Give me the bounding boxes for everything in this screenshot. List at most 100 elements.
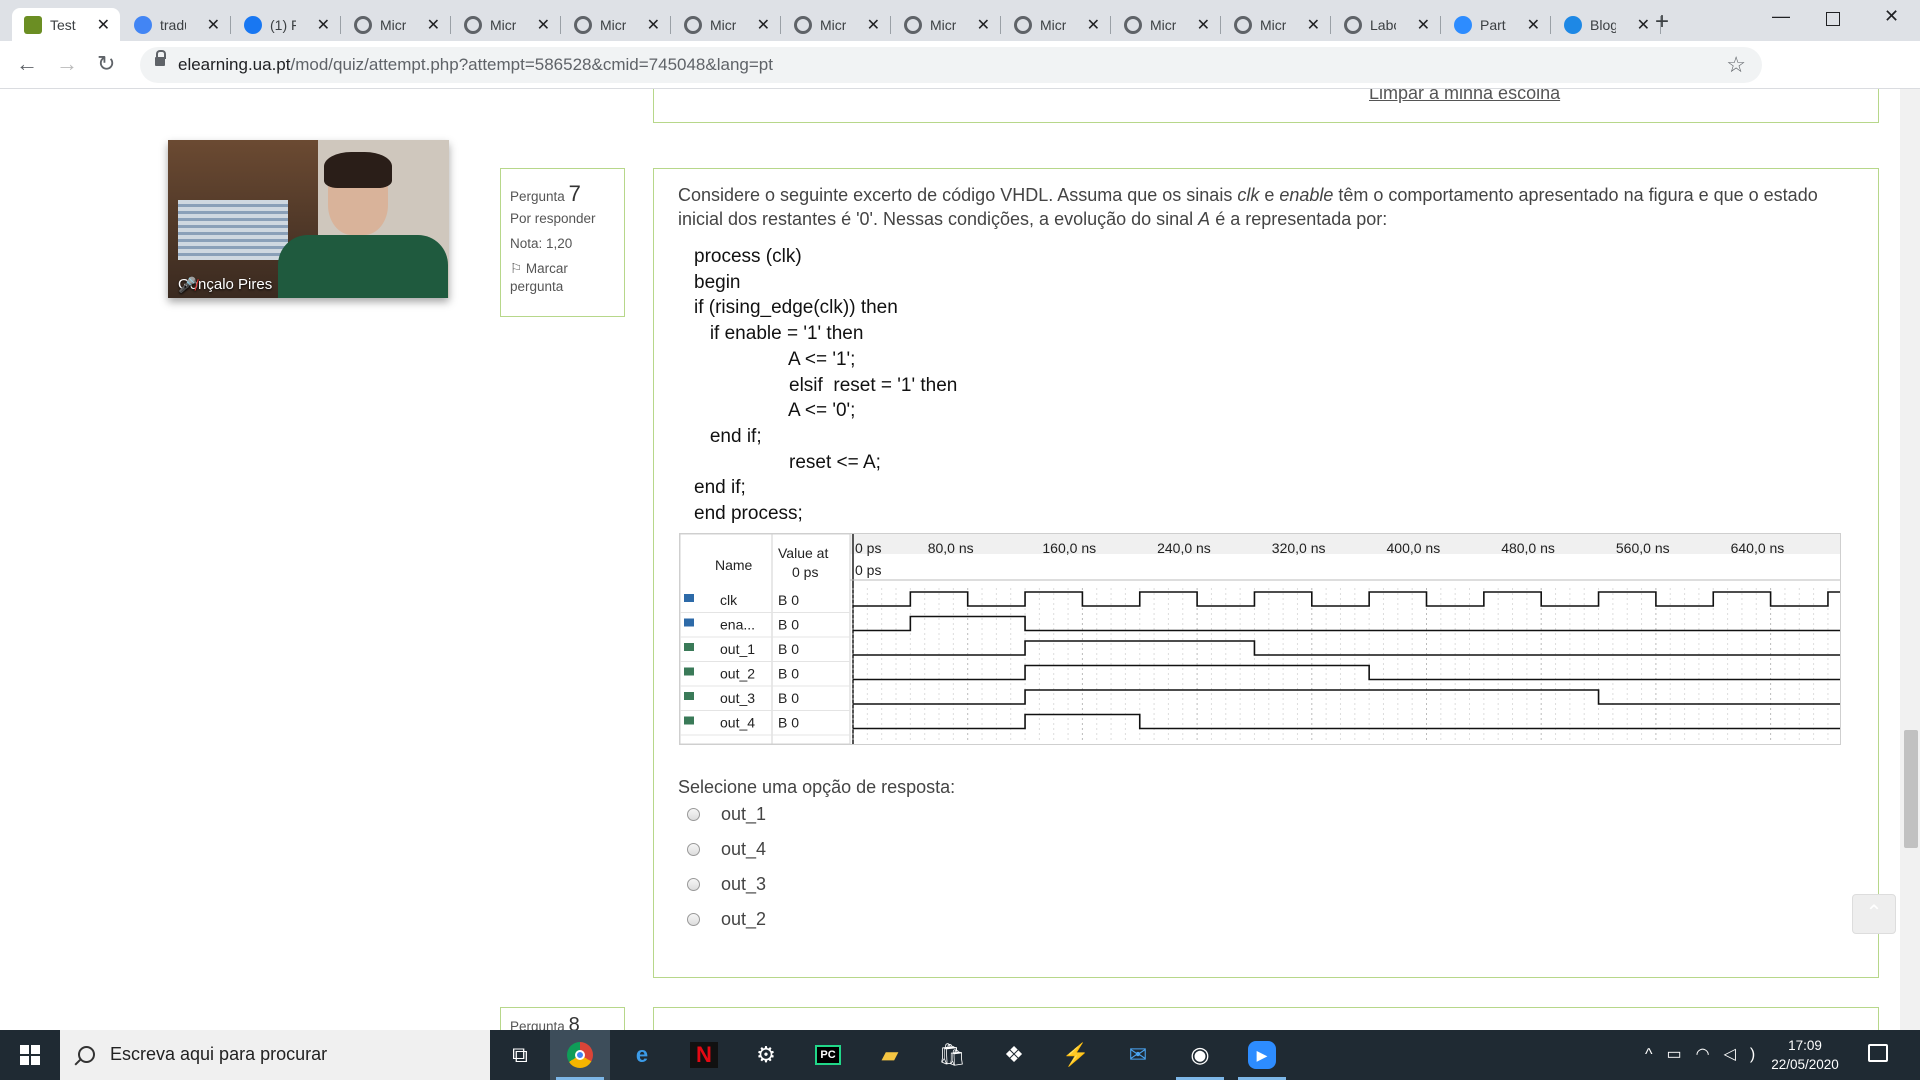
bookmark-star-icon[interactable]: ☆ [1726, 52, 1746, 78]
clear-choice-link[interactable]: Limpar a minha escolha [1369, 89, 1560, 104]
tab-title: Microsoft [820, 16, 846, 33]
tab-11[interactable]: Microsoft ✕ [1222, 8, 1331, 41]
signal-value: B 0 [778, 690, 799, 706]
close-tab-icon[interactable]: ✕ [1307, 15, 1320, 35]
tab-2[interactable]: (1) Facebook ✕ [232, 8, 341, 41]
new-tab-button[interactable]: + [1655, 8, 1669, 36]
back-icon[interactable]: ← [16, 51, 38, 77]
app-taskbar-icon[interactable]: ◉ [1170, 1030, 1230, 1080]
tab-title: Microsoft [1260, 16, 1286, 33]
input-pin-icon [684, 618, 694, 627]
close-tab-icon[interactable]: ✕ [757, 15, 770, 35]
answer-option[interactable]: out_2 [687, 909, 766, 930]
question-panel: Considere o seguinte excerto de código V… [653, 168, 1879, 978]
close-window-icon[interactable]: ✕ [1884, 6, 1899, 27]
waveform-diagram: Name Value at 0 ps 0 ps 80,0 ns 160,0 ns 240,0… [679, 533, 1841, 745]
reload-icon[interactable]: ↻ [97, 51, 115, 77]
close-tab-icon[interactable]: ✕ [97, 15, 110, 35]
tab-1[interactable]: tradutor ✕ [122, 8, 231, 41]
minimize-icon[interactable]: — [1772, 6, 1790, 27]
tab-5[interactable]: Microsoft ✕ [562, 8, 671, 41]
netflix-taskbar-icon[interactable]: N [674, 1030, 734, 1080]
question-grade: Nota: 1,20 [510, 235, 573, 251]
mic-off-icon: 🎤̸ [178, 277, 197, 294]
vscode-taskbar-icon[interactable]: ⚡ [1046, 1030, 1106, 1080]
taskbar-search-box[interactable]: Escreva aqui para procurar [60, 1030, 490, 1080]
close-tab-icon[interactable]: ✕ [207, 15, 220, 35]
globe-icon [1124, 15, 1142, 34]
tab-title: Microsoft [380, 16, 406, 33]
close-tab-icon[interactable]: ✕ [1527, 15, 1540, 35]
globe-icon [794, 15, 812, 34]
answer-radio[interactable] [687, 843, 700, 856]
answer-option[interactable]: out_3 [687, 874, 766, 895]
task-view-icon[interactable]: ⧉ [490, 1030, 550, 1080]
question-text: Considere o seguinte excerto de código V… [678, 185, 1818, 230]
time-tick-label: 80,0 ns [928, 540, 974, 556]
clock[interactable]: 17:09 22/05/2020 [1760, 1036, 1850, 1074]
store-taskbar-icon[interactable]: 🛍 [922, 1030, 982, 1080]
windows-start-icon[interactable] [20, 1045, 40, 1065]
system-tray[interactable]: ^▭◠◁) [1645, 1044, 1769, 1064]
tab-title: Blog [1590, 16, 1616, 33]
scrollbar-thumb[interactable] [1904, 730, 1918, 848]
question-info-panel: Pergunta 7 Por responder Nota: 1,20 ⚐ Ma… [500, 168, 625, 317]
tab-9[interactable]: Microsoft ✕ [1002, 8, 1111, 41]
tab-10[interactable]: Microsoft ✕ [1112, 8, 1221, 41]
globe-icon [1234, 15, 1252, 34]
output-pin-icon [684, 716, 694, 725]
edge-taskbar-icon[interactable]: e [612, 1030, 672, 1080]
tab-8[interactable]: Microsoft ✕ [892, 8, 1001, 41]
close-tab-icon[interactable]: ✕ [427, 15, 440, 35]
answer-radio[interactable] [687, 913, 700, 926]
tab-4[interactable]: Microsoft ✕ [452, 8, 561, 41]
dropbox-taskbar-icon[interactable]: ❖ [984, 1030, 1044, 1080]
answer-radio[interactable] [687, 878, 700, 891]
answer-option[interactable]: out_1 [687, 804, 766, 825]
close-tab-icon[interactable]: ✕ [317, 15, 330, 35]
video-call-thumbnail[interactable]: 🎤̸ Gonçalo Pires [168, 140, 449, 298]
tab-7[interactable]: Microsoft ✕ [782, 8, 891, 41]
tab-14[interactable]: Blog ✕ [1552, 8, 1661, 41]
answer-label: out_2 [721, 909, 767, 929]
file-explorer-taskbar-icon[interactable]: ▰ [860, 1030, 920, 1080]
signal-table [680, 534, 851, 744]
chrome-taskbar-icon[interactable] [550, 1030, 610, 1080]
question-label: Pergunta [510, 189, 565, 204]
close-tab-icon[interactable]: ✕ [977, 15, 990, 35]
quiz-page: Limpar a minha escolha 🎤̸ Gonçalo Pires … [0, 89, 1900, 1030]
signal-name: clk [720, 592, 738, 608]
tab-12[interactable]: Laboratório ✕ [1332, 8, 1441, 41]
close-tab-icon[interactable]: ✕ [1087, 15, 1100, 35]
close-tab-icon[interactable]: ✕ [647, 15, 660, 35]
close-tab-icon[interactable]: ✕ [1637, 15, 1650, 35]
notifications-icon[interactable] [1868, 1044, 1888, 1062]
tab-3[interactable]: Microsoft ✕ [342, 8, 451, 41]
zoom-taskbar-icon[interactable]: ▶ [1232, 1030, 1292, 1080]
mail-taskbar-icon[interactable]: ✉ [1108, 1030, 1168, 1080]
tab-13[interactable]: Participantes ✕ [1442, 8, 1551, 41]
answer-radio[interactable] [687, 808, 700, 821]
lock-icon[interactable] [155, 50, 166, 66]
close-tab-icon[interactable]: ✕ [537, 15, 550, 35]
close-tab-icon[interactable]: ✕ [1417, 15, 1430, 35]
close-tab-icon[interactable]: ✕ [1197, 15, 1210, 35]
value-column-header: Value at [778, 545, 828, 561]
restore-icon[interactable] [1826, 12, 1840, 26]
close-tab-icon[interactable]: ✕ [867, 15, 880, 35]
pycharm-taskbar-icon[interactable]: PC [798, 1030, 858, 1080]
name-column-header: Name [715, 557, 753, 573]
flag-question-link[interactable]: ⚐ Marcar pergunta [510, 260, 615, 298]
code-line: process (clk) [694, 246, 802, 267]
scroll-to-top-button[interactable]: ⌃ [1852, 894, 1896, 934]
tab-0[interactable]: Teste ✕ [12, 8, 120, 41]
url-field[interactable]: elearning.ua.pt/mod/quiz/attempt.php?att… [140, 47, 1762, 83]
vhdl-code-block: process (clk) begin if (rising_edge(clk)) … [694, 244, 1094, 527]
page-scrollbar[interactable] [1900, 89, 1920, 1030]
signal-name: out_1 [720, 641, 755, 657]
code-line: A <= '1'; [694, 348, 856, 370]
answer-option[interactable]: out_4 [687, 839, 766, 860]
forward-icon[interactable]: → [56, 51, 78, 77]
steam-taskbar-icon[interactable]: ⚙ [736, 1030, 796, 1080]
tab-6[interactable]: Microsoft ✕ [672, 8, 781, 41]
